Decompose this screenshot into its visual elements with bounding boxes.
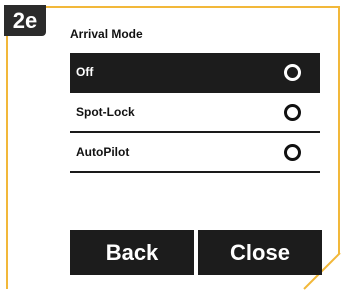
radio-icon (284, 143, 301, 161)
option-label: AutoPilot (76, 145, 130, 159)
step-badge: 2e (4, 5, 46, 36)
option-spot-lock[interactable]: Spot-Lock (70, 93, 320, 133)
back-button[interactable]: Back (70, 230, 194, 275)
page-title: Arrival Mode (70, 27, 143, 41)
option-label: Spot-Lock (76, 105, 135, 119)
radio-selected-icon (284, 63, 301, 81)
radio-icon (284, 103, 301, 121)
arrival-mode-menu: Off Spot-Lock AutoPilot (70, 53, 320, 173)
option-off[interactable]: Off (70, 53, 320, 93)
option-autopilot[interactable]: AutoPilot (70, 133, 320, 173)
option-label: Off (76, 65, 94, 79)
close-button[interactable]: Close (198, 230, 322, 275)
